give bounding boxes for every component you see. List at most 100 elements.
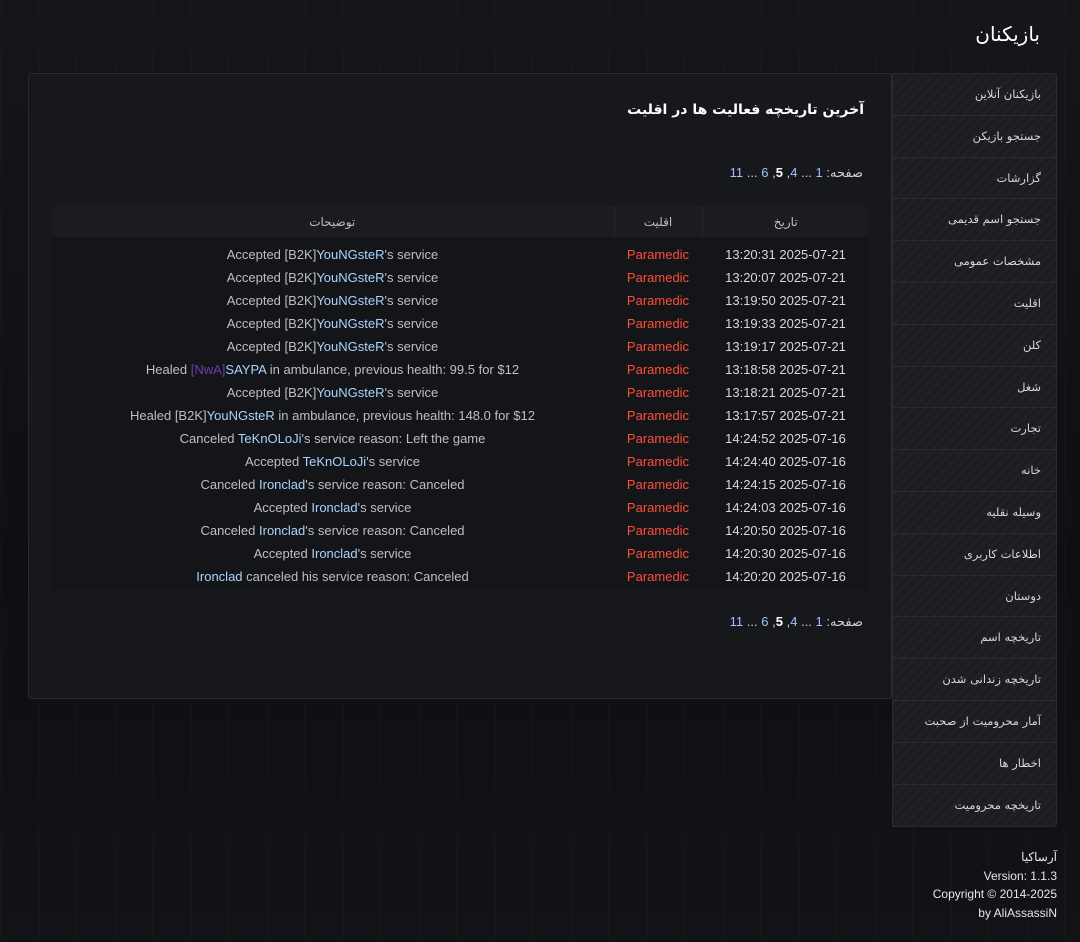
page-link-5[interactable]: 5 [776, 165, 783, 180]
table-row: 2025-07-16 14:20:50 Paramedic Canceled Iro… [51, 519, 869, 542]
description-text: 's service reason: Canceled [305, 523, 465, 538]
sidebar-item-0[interactable]: بازیکنان آنلاین [893, 74, 1056, 116]
player-name-link[interactable]: YouNGsteR [316, 247, 384, 262]
cell-description: Canceled Ironclad's service reason: Canc… [51, 473, 614, 496]
player-name-link[interactable]: Ironclad [259, 477, 305, 492]
footer: آرساکیا Version: 1.1.3 Copyright © 2014-… [933, 848, 1057, 922]
cell-date: 2025-07-16 14:20:20 [725, 569, 846, 584]
table-row: 2025-07-21 13:17:57 Paramedic Healed [B2K]… [51, 404, 869, 427]
cell-date: 2025-07-21 13:19:33 [725, 316, 846, 331]
pagination-bottom: صفحه: 1 ... 4, 5, 6 ... 11 [730, 614, 863, 630]
cell-faction: Paramedic [626, 454, 690, 469]
description-text: Canceled [200, 523, 259, 538]
cell-faction: Paramedic [626, 523, 690, 538]
cell-faction: Paramedic [626, 270, 690, 285]
description-text: 's service [384, 339, 439, 354]
page-link-11[interactable]: 11 [730, 165, 744, 180]
cell-date: 2025-07-16 14:24:40 [725, 454, 846, 469]
page-link-5[interactable]: 5 [776, 614, 783, 629]
sidebar-item-14[interactable]: تاریخچه زندانی شدن [893, 659, 1056, 701]
description-text: 's service [357, 546, 412, 561]
player-name-link[interactable]: YouNGsteR [207, 408, 275, 423]
activity-panel: آخرین تاریخچه فعالیت ها در اقلیت صفحه: 1… [28, 73, 892, 699]
player-name-link[interactable]: YouNGsteR [316, 316, 384, 331]
sidebar-item-8[interactable]: تجارت [893, 408, 1056, 451]
sidebar-item-16[interactable]: اخطار ها [893, 742, 1056, 785]
description-text: 's service [384, 270, 439, 285]
cell-description: Accepted [B2K]YouNGsteR's service [51, 237, 614, 266]
sidebar-item-4[interactable]: مشخصات عمومی [893, 241, 1056, 283]
clan-tag: [NwA] [190, 362, 226, 377]
cell-description: Accepted [B2K]YouNGsteR's service [51, 266, 614, 289]
player-name-link[interactable]: Ironclad [311, 500, 357, 515]
player-name-link[interactable]: YouNGsteR [316, 270, 384, 285]
player-name-link[interactable]: SAYPA [225, 362, 266, 377]
description-text: Accepted [B2K] [226, 385, 317, 400]
table-row: 2025-07-16 14:24:52 Paramedic Canceled TeK… [51, 427, 869, 450]
player-name-link[interactable]: Ironclad [196, 569, 242, 584]
player-name-link[interactable]: TeKnOLoJi [303, 454, 367, 469]
player-name-link[interactable]: Ironclad [311, 546, 357, 561]
cell-date: 2025-07-21 13:20:31 [725, 247, 846, 262]
player-name-link[interactable]: Ironclad [259, 523, 305, 538]
cell-date: 2025-07-16 14:24:03 [725, 500, 846, 515]
player-name-link[interactable]: TeKnOLoJi [238, 431, 302, 446]
player-name-link[interactable]: YouNGsteR [316, 385, 384, 400]
sidebar-item-9[interactable]: خانه [893, 450, 1056, 492]
sidebar-item-10[interactable]: وسیله نقلیه [893, 491, 1056, 534]
sidebar-item-6[interactable]: کلن [893, 324, 1056, 367]
player-name-link[interactable]: YouNGsteR [316, 339, 384, 354]
sidebar-item-12[interactable]: دوستان [893, 575, 1056, 618]
table-row: 2025-07-21 13:20:31 Paramedic Accepted [B2… [51, 237, 869, 266]
cell-date: 2025-07-16 14:20:50 [725, 523, 846, 538]
cell-faction: Paramedic [626, 293, 690, 308]
cell-description: Healed [NwA]SAYPA in ambulance, previous… [51, 358, 614, 381]
description-text: 's service [357, 500, 412, 515]
description-text: Accepted [253, 500, 312, 515]
description-text: 's service [366, 454, 420, 469]
pagination-ellipsis: ... [746, 165, 758, 180]
cell-description: Accepted [B2K]YouNGsteR's service [51, 335, 614, 358]
description-text: Accepted [B2K] [226, 293, 317, 308]
page-link-1[interactable]: 1 [816, 614, 823, 629]
cell-date: 2025-07-21 13:17:57 [725, 408, 846, 423]
page-link-4[interactable]: 4 [790, 165, 797, 180]
cell-date: 2025-07-16 14:20:30 [725, 546, 846, 561]
pagination-top: صفحه: 1 ... 4, 5, 6 ... 11 [730, 165, 863, 181]
page-link-1[interactable]: 1 [816, 165, 823, 180]
player-name-link[interactable]: YouNGsteR [316, 293, 384, 308]
page-link-6[interactable]: 6 [761, 165, 768, 180]
cell-date: 2025-07-21 13:19:17 [725, 339, 846, 354]
sidebar-item-5[interactable]: اقلیت [893, 282, 1056, 325]
description-text: Accepted [253, 546, 312, 561]
sidebar-item-7[interactable]: شغل [893, 366, 1056, 409]
table-header-row: تاریخ اقلیت توضیحات [51, 206, 869, 237]
pagination-ellipsis: ... [801, 614, 812, 629]
panel-heading: آخرین تاریخچه فعالیت ها در اقلیت [627, 102, 864, 118]
page-link-11[interactable]: 11 [730, 614, 744, 629]
sidebar-item-3[interactable]: جستجو اسم قدیمی [893, 199, 1056, 242]
cell-description: Accepted Ironclad's service [51, 542, 614, 565]
cell-faction: Paramedic [626, 247, 690, 262]
page-link-6[interactable]: 6 [761, 614, 768, 629]
table-row: 2025-07-21 13:19:50 Paramedic Accepted [B2… [51, 289, 869, 312]
pagination-links: 1 ... 4, 5, 6 ... 11 [729, 614, 823, 629]
header-faction: اقلیت [613, 206, 702, 237]
footer-version: Version: 1.1.3 [983, 868, 1057, 883]
sidebar-item-2[interactable]: گزارشات [893, 157, 1056, 200]
page-link-4[interactable]: 4 [790, 614, 797, 629]
cell-faction: Paramedic [626, 431, 690, 446]
sidebar-item-13[interactable]: تاریخچه اسم [893, 617, 1056, 660]
table-row: 2025-07-16 14:24:40 Paramedic Accepted TeK… [51, 450, 869, 473]
cell-faction: Paramedic [626, 408, 690, 423]
sidebar-item-17[interactable]: تاریخچه محرومیت [893, 784, 1056, 827]
cell-date: 2025-07-21 13:18:58 [725, 362, 846, 377]
table-body: 2025-07-21 13:20:31 Paramedic Accepted [B2… [51, 237, 869, 588]
description-text: Accepted [B2K] [226, 339, 317, 354]
description-text: Accepted [B2K] [226, 316, 317, 331]
sidebar-item-15[interactable]: آمار محرومیت از صحبت [893, 700, 1056, 743]
sidebar-item-11[interactable]: اطلاعات کاربری [893, 533, 1056, 576]
description-text: 's service reason: Canceled [305, 477, 465, 492]
sidebar-item-1[interactable]: جستجو بازیکن [893, 115, 1056, 158]
description-text: 's service [384, 247, 439, 262]
